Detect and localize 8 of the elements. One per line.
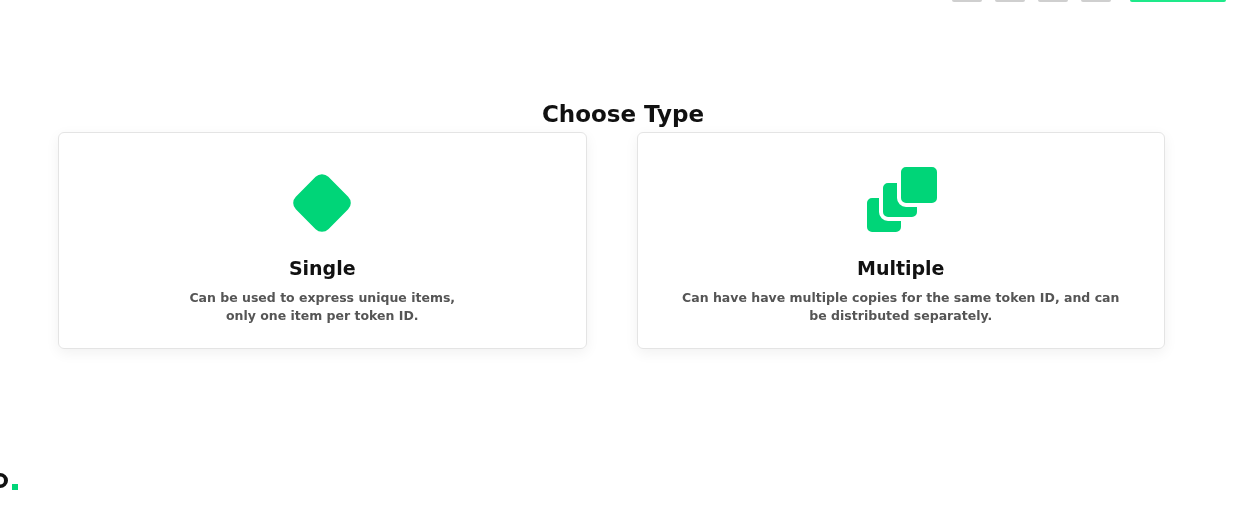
option-title: Multiple bbox=[856, 257, 945, 279]
option-title: Single bbox=[288, 257, 356, 279]
type-option-card[interactable]: Single Can be used to express unique items, only one item per token ID. bbox=[58, 132, 587, 349]
logo-drawing bbox=[0, 470, 20, 490]
option-description: Can have have multiple copies for the same token ID, and can be distributed separately. bbox=[681, 289, 1121, 325]
page-heading: Choose Type bbox=[540, 100, 706, 129]
option-description: Can be used to express unique items, only one item per token ID. bbox=[188, 289, 457, 325]
type-option-card[interactable]: Multiple Can have have multiple copies for the same token ID, and can be distributed separately. bbox=[636, 132, 1165, 349]
